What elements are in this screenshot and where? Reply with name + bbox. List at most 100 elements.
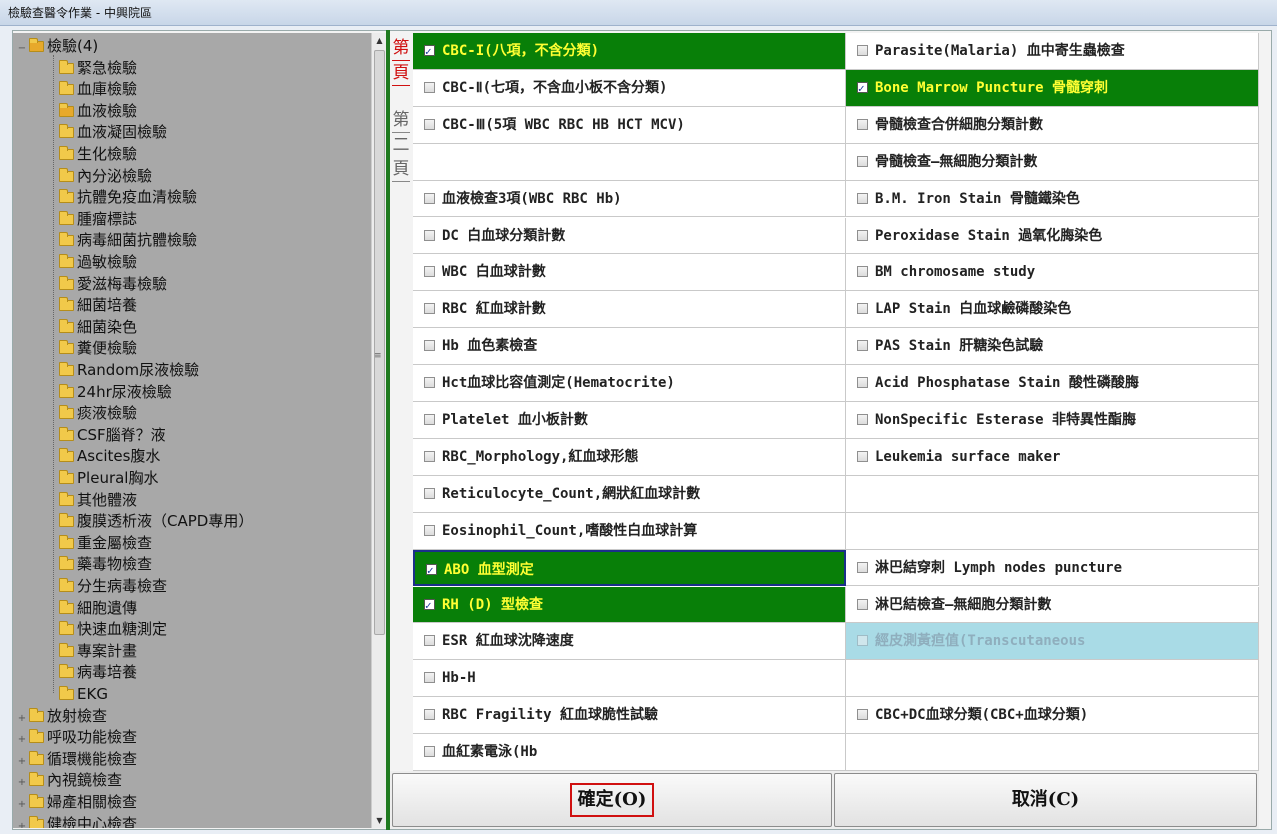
tree-item-29[interactable]: EKG — [59, 683, 108, 705]
tree-group-0[interactable]: + 放射檢查 — [17, 705, 107, 727]
tree-item-10[interactable]: 愛滋梅毒檢驗 — [59, 273, 167, 295]
tree-item-13[interactable]: 糞便檢驗 — [59, 337, 137, 359]
tree-group-5[interactable]: + 健檢中心檢查 — [17, 813, 137, 828]
tree-item-4[interactable]: 生化檢驗 — [59, 143, 137, 165]
tree-toggle-icon[interactable]: + — [17, 756, 27, 767]
exam-option[interactable]: LAP Stain 白血球鹼磷酸染色 — [846, 291, 1259, 329]
exam-option[interactable]: 骨髓檢查合併細胞分類計數 — [846, 106, 1259, 144]
tree-toggle-icon[interactable]: + — [17, 778, 27, 788]
tree-item-23[interactable]: 藥毒物檢查 — [59, 553, 152, 575]
exam-option[interactable]: 淋巴結檢查—無細胞分類計數 — [846, 586, 1259, 624]
tree-item-9[interactable]: 過敏檢驗 — [59, 251, 137, 273]
checkbox-icon[interactable] — [857, 229, 868, 241]
cancel-button[interactable]: 取消(C) — [834, 773, 1257, 827]
exam-option[interactable]: 骨髓檢查—無細胞分類計數 — [846, 143, 1259, 181]
checkbox-checked-icon[interactable] — [424, 34, 435, 69]
checkbox-icon[interactable] — [857, 266, 868, 278]
checkbox-icon[interactable] — [857, 303, 868, 315]
checkbox-icon[interactable] — [424, 118, 435, 130]
checkbox-icon[interactable] — [857, 561, 868, 573]
exam-option[interactable]: ABO 血型測定 — [413, 549, 846, 587]
checkbox-icon[interactable] — [857, 709, 868, 721]
exam-option[interactable]: 血液檢查3項(WBC RBC Hb) — [413, 180, 846, 218]
checkbox-icon[interactable] — [857, 414, 868, 425]
tree-group-2[interactable]: + 循環機能檢查 — [17, 748, 137, 770]
tree-item-3[interactable]: 血液凝固檢驗 — [59, 121, 167, 143]
checkbox-checked-icon[interactable] — [426, 553, 437, 584]
tree-item-7[interactable]: 腫瘤標誌 — [59, 208, 137, 230]
tree-toggle-icon[interactable]: + — [17, 800, 27, 810]
category-tree[interactable]: − 檢驗(4) 緊急檢驗 血庫檢驗 血液檢驗 血液凝固檢驗 生化檢驗 內分泌檢驗 抗體免疫血清檢… — [13, 33, 371, 828]
exam-option[interactable]: Hb 血色素檢查 — [413, 328, 846, 366]
tree-item-17[interactable]: CSF腦脊？液 — [59, 424, 166, 446]
checkbox-icon[interactable] — [424, 81, 435, 93]
exam-option[interactable]: CBC-Ⅲ(5項 WBC RBC HB HCT MCV) — [413, 106, 846, 144]
tree-item-18[interactable]: Ascites腹水 — [59, 445, 160, 467]
exam-option[interactable]: Hb-H — [413, 660, 846, 698]
tree-item-8[interactable]: 病毒細菌抗體檢驗 — [59, 229, 197, 251]
tree-item-28[interactable]: 病毒培養 — [59, 661, 137, 683]
exam-option[interactable]: CBC-Ⅱ(七項，不含血小板不含分類) — [413, 69, 846, 107]
checkbox-checked-icon[interactable] — [857, 71, 868, 106]
scroll-thumb[interactable] — [374, 50, 385, 635]
checkbox-icon[interactable] — [424, 377, 435, 389]
exam-option[interactable]: DC 白血球分類計數 — [413, 217, 846, 255]
scroll-down-arrow-icon[interactable]: ▼ — [372, 813, 387, 828]
checkbox-icon[interactable] — [857, 377, 868, 389]
tree-group-4[interactable]: + 婦產相關檢查 — [17, 791, 137, 813]
checkbox-icon[interactable] — [424, 303, 435, 315]
tree-item-2[interactable]: 血液檢驗 — [59, 100, 137, 122]
exam-option[interactable]: Leukemia surface maker — [846, 438, 1259, 476]
tree-item-5[interactable]: 內分泌檢驗 — [59, 165, 152, 187]
tree-item-24[interactable]: 分生病毒檢查 — [59, 575, 167, 597]
exam-option[interactable]: WBC 白血球計數 — [413, 254, 846, 292]
checkbox-icon[interactable] — [857, 155, 868, 167]
tree-item-0[interactable]: 緊急檢驗 — [59, 57, 137, 79]
exam-option[interactable]: 淋巴結穿刺 Lymph nodes puncture — [846, 549, 1259, 587]
exam-option[interactable]: Reticulocyte_Count,網狀紅血球計數 — [413, 475, 846, 513]
tree-group-3[interactable]: + 內視鏡檢查 — [17, 769, 122, 791]
checkbox-icon[interactable] — [857, 192, 868, 204]
checkbox-icon[interactable] — [424, 192, 435, 204]
checkbox-icon[interactable] — [857, 340, 868, 352]
checkbox-icon[interactable] — [857, 598, 868, 610]
tree-toggle-icon[interactable]: + — [17, 735, 27, 745]
tree-item-19[interactable]: Pleural胸水 — [59, 467, 158, 489]
tree-item-11[interactable]: 細菌培養 — [59, 294, 137, 316]
exam-option[interactable]: 經皮測黃疸值(Transcutaneous — [846, 623, 1259, 661]
tree-item-12[interactable]: 細菌染色 — [59, 316, 137, 338]
exam-option[interactable]: Peroxidase Stain 過氧化脢染色 — [846, 217, 1259, 255]
tree-toggle-icon[interactable]: + — [17, 713, 27, 724]
tree-item-6[interactable]: 抗體免疫血清檢驗 — [59, 186, 197, 208]
tree-group-1[interactable]: + 呼吸功能檢查 — [17, 726, 137, 748]
checkbox-icon[interactable] — [424, 487, 435, 499]
tree-item-1[interactable]: 血庫檢驗 — [59, 78, 137, 100]
exam-option[interactable]: RBC Fragility 紅血球脆性試驗 — [413, 697, 846, 735]
tree-item-26[interactable]: 快速血糖測定 — [59, 618, 167, 640]
tab-page-1[interactable]: 第 頁 — [390, 36, 412, 86]
scroll-up-arrow-icon[interactable]: ▲ — [372, 33, 387, 48]
exam-option[interactable]: ESR 紅血球沈降速度 — [413, 623, 846, 661]
tree-item-21[interactable]: 腹膜透析液（CAPD專用） — [59, 510, 253, 532]
tree-item-20[interactable]: 其他體液 — [59, 489, 137, 511]
exam-option[interactable]: B.M. Iron Stain 骨髓鐵染色 — [846, 180, 1259, 218]
exam-option[interactable]: PAS Stain 肝糖染色試驗 — [846, 328, 1259, 366]
tree-scrollbar[interactable]: ▲ ≡ ▼ — [371, 33, 386, 828]
exam-option[interactable]: Bone Marrow Puncture 骨髓穿刺 — [846, 69, 1259, 107]
checkbox-icon[interactable] — [424, 635, 435, 647]
tree-root-item[interactable]: − 檢驗(4) — [17, 35, 98, 57]
checkbox-icon[interactable] — [857, 118, 868, 130]
checkbox-icon[interactable] — [424, 746, 435, 758]
exam-option[interactable]: Acid Phosphatase Stain 酸性磷酸脢 — [846, 365, 1259, 402]
checkbox-icon[interactable] — [857, 635, 868, 647]
exam-option[interactable]: BM chromosame study — [846, 254, 1259, 292]
exam-option[interactable]: Hct血球比容值測定(Hematocrite) — [413, 365, 846, 402]
tree-item-15[interactable]: 24hr尿液檢驗 — [59, 381, 172, 403]
tree-item-25[interactable]: 細胞遺傳 — [59, 597, 137, 619]
exam-option[interactable]: Platelet 血小板計數 — [413, 402, 846, 439]
checkbox-icon[interactable] — [424, 340, 435, 352]
tab-page-2[interactable]: 第 二 頁 — [390, 108, 412, 182]
tree-item-16[interactable]: 痰液檢驗 — [59, 402, 137, 424]
tree-item-22[interactable]: 重金屬檢查 — [59, 532, 152, 554]
ok-button[interactable]: 確定(O) — [392, 773, 832, 827]
